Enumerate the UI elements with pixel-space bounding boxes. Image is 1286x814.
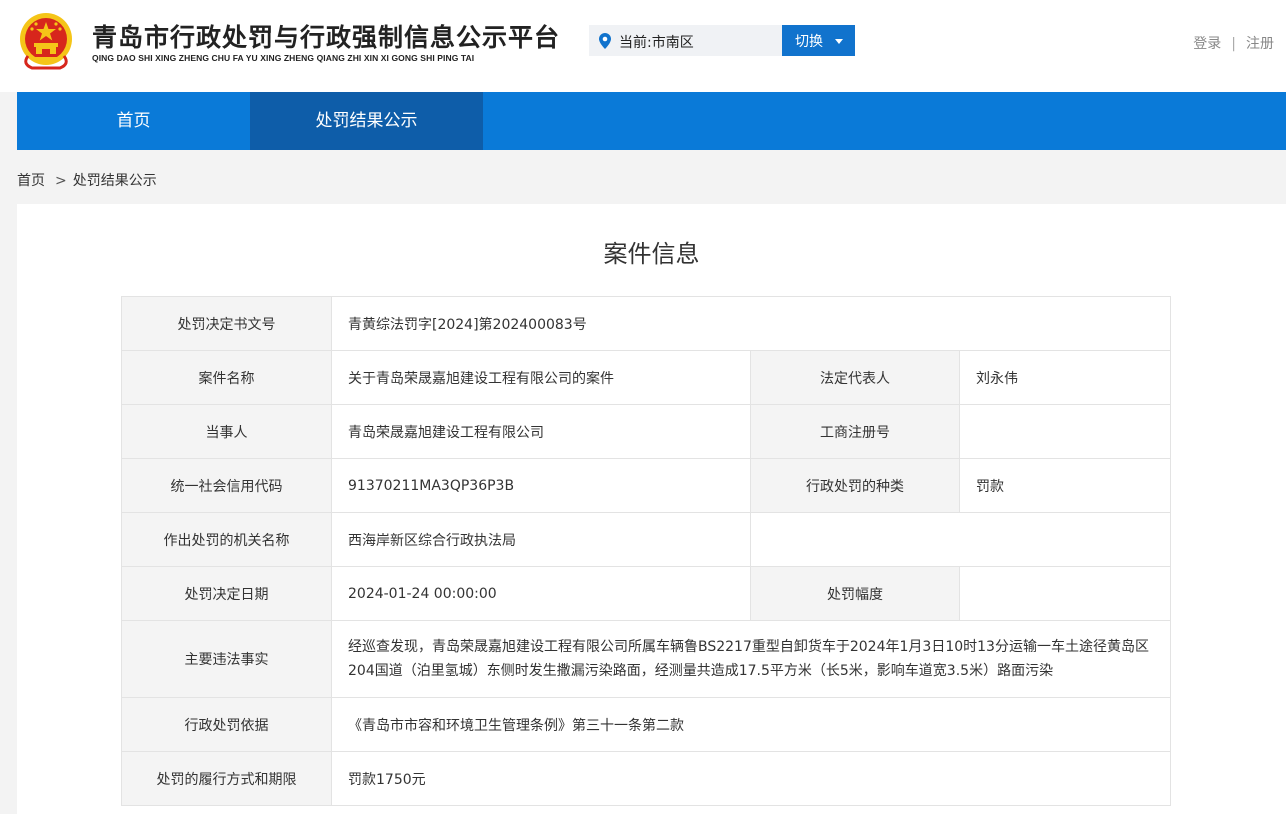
page-title: 案件信息 [603,240,700,268]
location-pin-icon [599,33,611,49]
decision-date-value: 2024-01-24 00:00:00 [331,566,751,621]
breadcrumb: 首页 > 处罚结果公示 [17,170,157,190]
credit-code-value: 91370211MA3QP36P3B [331,458,751,513]
location-text: 当前:市南区 [619,35,694,51]
national-emblem-icon [20,13,72,70]
empty-cell [749,512,1172,567]
party-label: 当事人 [121,404,332,459]
authority-label: 作出处罚的机关名称 [121,512,332,567]
caret-down-icon [835,39,843,44]
register-link[interactable]: 注册 [1246,36,1274,52]
table-row: 处罚决定日期 2024-01-24 00:00:00 处罚幅度 [121,566,1172,621]
site-title: 青岛市行政处罚与行政强制信息公示平台 [92,23,561,52]
case-info-card: 案件信息 处罚决定书文号 青黄综法罚字[2024]第202400083号 案件名… [17,204,1286,814]
biz-reg-value [958,404,1172,459]
penalty-type-label: 行政处罚的种类 [750,458,960,513]
facts-label: 主要违法事实 [121,620,332,698]
breadcrumb-home[interactable]: 首页 [17,173,45,189]
penalty-range-label: 处罚幅度 [750,566,960,621]
site-subtitle: QING DAO SHI XING ZHENG CHU FA YU XING Z… [92,53,475,63]
table-row: 案件名称 关于青岛荣晟嘉旭建设工程有限公司的案件 法定代表人 刘永伟 [121,350,1172,405]
main-nav: 首页 处罚结果公示 [17,92,1286,150]
table-row: 处罚的履行方式和期限 罚款1750元 [121,751,1172,806]
nav-item-home[interactable]: 首页 [17,92,250,150]
basis-label: 行政处罚依据 [121,697,332,752]
table-row: 处罚决定书文号 青黄综法罚字[2024]第202400083号 [121,296,1172,351]
legal-rep-value: 刘永伟 [958,350,1172,405]
party-value: 青岛荣晟嘉旭建设工程有限公司 [331,404,751,459]
decision-no-label: 处罚决定书文号 [121,296,332,351]
facts-value: 经巡查发现，青岛荣晟嘉旭建设工程有限公司所属车辆鲁BS2217重型自卸货车于20… [330,620,1172,698]
table-row: 行政处罚依据 《青岛市市容和环境卫生管理条例》第三十一条第二款 [121,697,1172,752]
table-row: 当事人 青岛荣晟嘉旭建设工程有限公司 工商注册号 [121,404,1172,459]
login-link[interactable]: 登录 [1193,36,1221,52]
auth-links: 登录 | 注册 [1193,33,1274,53]
case-name-label: 案件名称 [121,350,332,405]
execution-value: 罚款1750元 [330,751,1172,806]
auth-separator: | [1231,36,1236,52]
breadcrumb-current: 处罚结果公示 [72,173,157,189]
switch-city-button[interactable]: 切换 [782,25,855,56]
case-name-value: 关于青岛荣晟嘉旭建设工程有限公司的案件 [331,350,751,405]
basis-value: 《青岛市市容和环境卫生管理条例》第三十一条第二款 [330,697,1172,752]
breadcrumb-separator: > [55,173,67,189]
legal-rep-label: 法定代表人 [750,350,960,405]
table-row: 主要违法事实 经巡查发现，青岛荣晟嘉旭建设工程有限公司所属车辆鲁BS2217重型… [121,620,1172,698]
authority-value: 西海岸新区综合行政执法局 [331,512,751,567]
penalty-range-value [958,566,1172,621]
credit-code-label: 统一社会信用代码 [121,458,332,513]
penalty-type-value: 罚款 [958,458,1172,513]
location-display: 当前:市南区 [589,25,782,56]
decision-no-value: 青黄综法罚字[2024]第202400083号 [330,296,1172,351]
execution-label: 处罚的履行方式和期限 [121,751,332,806]
site-header: 青岛市行政处罚与行政强制信息公示平台 QING DAO SHI XING ZHE… [0,0,1286,92]
biz-reg-label: 工商注册号 [750,404,960,459]
table-row: 作出处罚的机关名称 西海岸新区综合行政执法局 [121,512,1172,567]
decision-date-label: 处罚决定日期 [121,566,332,621]
switch-button-label: 切换 [795,34,823,50]
table-row: 统一社会信用代码 91370211MA3QP36P3B 行政处罚的种类 罚款 [121,458,1172,513]
nav-item-penalty-results[interactable]: 处罚结果公示 [250,92,483,150]
case-info-table: 处罚决定书文号 青黄综法罚字[2024]第202400083号 案件名称 关于青… [121,296,1172,806]
